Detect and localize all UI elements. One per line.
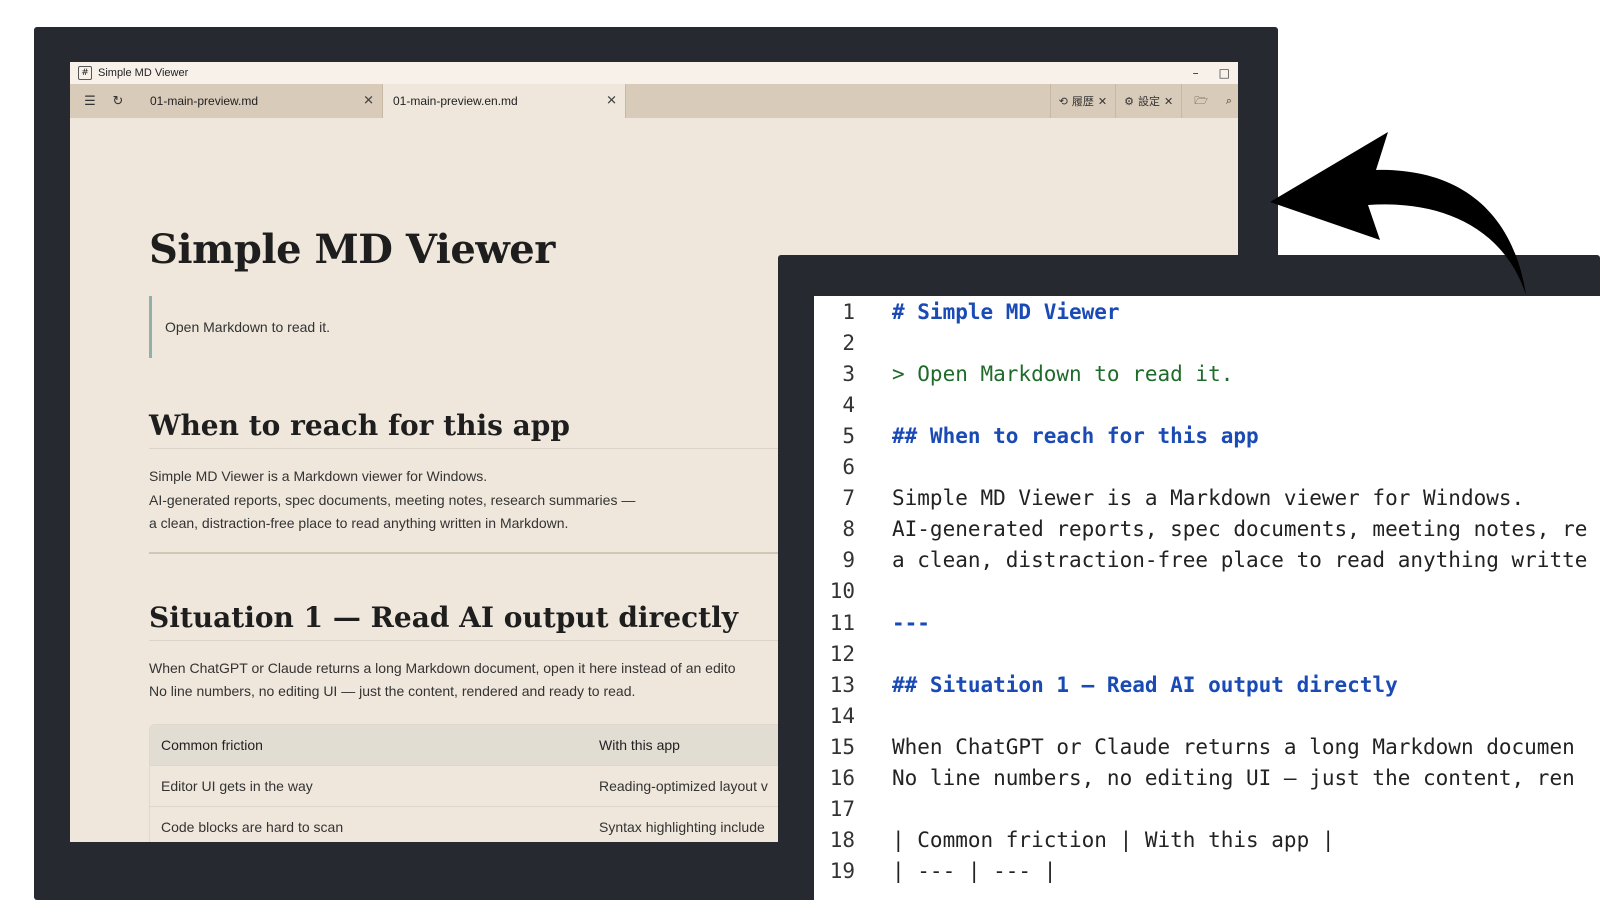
search-button[interactable]: ⌕ <box>1220 84 1238 118</box>
table-row: Editor UI gets in the way Reading-optimi… <box>150 766 850 807</box>
table-header-cell: Common friction <box>161 736 263 753</box>
source-line: ## When to reach for this app <box>892 424 1259 449</box>
line-number: 6 <box>842 455 855 480</box>
minimize-button[interactable]: – <box>1193 66 1199 80</box>
settings-close-icon[interactable]: ✕ <box>1164 95 1173 108</box>
line-number: 12 <box>829 641 855 666</box>
table-cell: Code blocks are hard to scan <box>161 818 344 835</box>
line-number: 19 <box>829 858 855 883</box>
tab-01-main-preview[interactable]: 01-main-preview.md ✕ <box>140 84 383 118</box>
source-line: Simple MD Viewer is a Markdown viewer fo… <box>892 486 1525 511</box>
source-line: ## Situation 1 — Read AI output directly <box>892 672 1398 697</box>
settings-button[interactable]: ⚙ 設定 ✕ <box>1115 84 1181 118</box>
tab-bar: ☰ ↻ 01-main-preview.md ✕ 01-main-preview… <box>70 84 1238 118</box>
line-number: 15 <box>829 734 855 759</box>
outline-icon[interactable]: ☰ <box>76 84 104 118</box>
line-number: 5 <box>842 424 855 449</box>
source-line: No line numbers, no editing UI — just th… <box>892 765 1575 790</box>
right-toolbar: ⟲ 履歴 ✕ ⚙ 設定 ✕ 🗁 ⌕ <box>1049 84 1238 118</box>
friction-table: Common friction With this app Editor UI … <box>149 723 851 843</box>
app-icon: # <box>78 66 92 80</box>
tab-close-icon[interactable]: ✕ <box>606 94 617 109</box>
source-line: | Common friction | With this app | <box>892 827 1335 852</box>
reload-icon[interactable]: ↻ <box>104 84 132 118</box>
line-number: 3 <box>842 362 855 387</box>
window-title: Simple MD Viewer <box>98 67 189 79</box>
table-cell: Editor UI gets in the way <box>161 777 313 794</box>
maximize-button[interactable]: □ <box>1219 66 1230 80</box>
source-line: a clean, distraction-free place to read … <box>892 548 1588 573</box>
history-button[interactable]: ⟲ 履歴 ✕ <box>1049 84 1115 118</box>
window-controls: – □ <box>1193 62 1230 84</box>
source-line: # Simple MD Viewer <box>892 300 1120 324</box>
table-row: Code blocks are hard to scan Syntax high… <box>150 807 850 843</box>
line-number: 17 <box>829 796 855 821</box>
source-line: | --- | --- | <box>892 858 1057 883</box>
line-number: 18 <box>829 827 855 852</box>
curved-arrow-icon <box>1270 132 1526 295</box>
markdown-source-editor: 1 # Simple MD Viewer 2 3 > Open Markdown to … <box>814 296 1600 900</box>
line-number: 2 <box>842 331 855 356</box>
tab-label: 01-main-preview.en.md <box>393 94 518 108</box>
history-icon: ⟲ <box>1058 94 1068 108</box>
tab-01-main-preview-en[interactable]: 01-main-preview.en.md ✕ <box>383 84 626 118</box>
source-line: > Open Markdown to read it. <box>892 362 1234 387</box>
line-number: 16 <box>829 765 855 790</box>
open-folder-button[interactable]: 🗁 <box>1181 84 1220 118</box>
table-header-row: Common friction With this app <box>150 724 850 766</box>
blockquote-text: Open Markdown to read it. <box>165 319 330 335</box>
line-number: 10 <box>829 579 855 604</box>
line-number: 7 <box>842 486 855 511</box>
title-bar: # Simple MD Viewer – □ <box>70 62 1238 84</box>
source-line: When ChatGPT or Claude returns a long Ma… <box>892 734 1575 759</box>
tab-label: 01-main-preview.md <box>150 94 259 108</box>
tab-close-icon[interactable]: ✕ <box>363 94 374 109</box>
line-number: 9 <box>842 548 855 573</box>
line-number: 8 <box>842 517 855 542</box>
source-line: AI-generated reports, spec documents, me… <box>892 517 1588 542</box>
folder-icon: 🗁 <box>1194 93 1208 107</box>
gear-icon: ⚙ <box>1124 94 1134 108</box>
source-line: --- <box>892 610 930 635</box>
history-close-icon[interactable]: ✕ <box>1098 95 1107 108</box>
search-icon: ⌕ <box>1225 94 1232 107</box>
settings-label: 設定 <box>1137 95 1160 108</box>
line-number: 1 <box>842 300 855 324</box>
history-label: 履歴 <box>1071 95 1094 108</box>
line-number: 14 <box>829 703 855 728</box>
line-number: 11 <box>829 610 855 635</box>
line-number: 4 <box>842 393 855 418</box>
line-number: 13 <box>829 672 855 697</box>
